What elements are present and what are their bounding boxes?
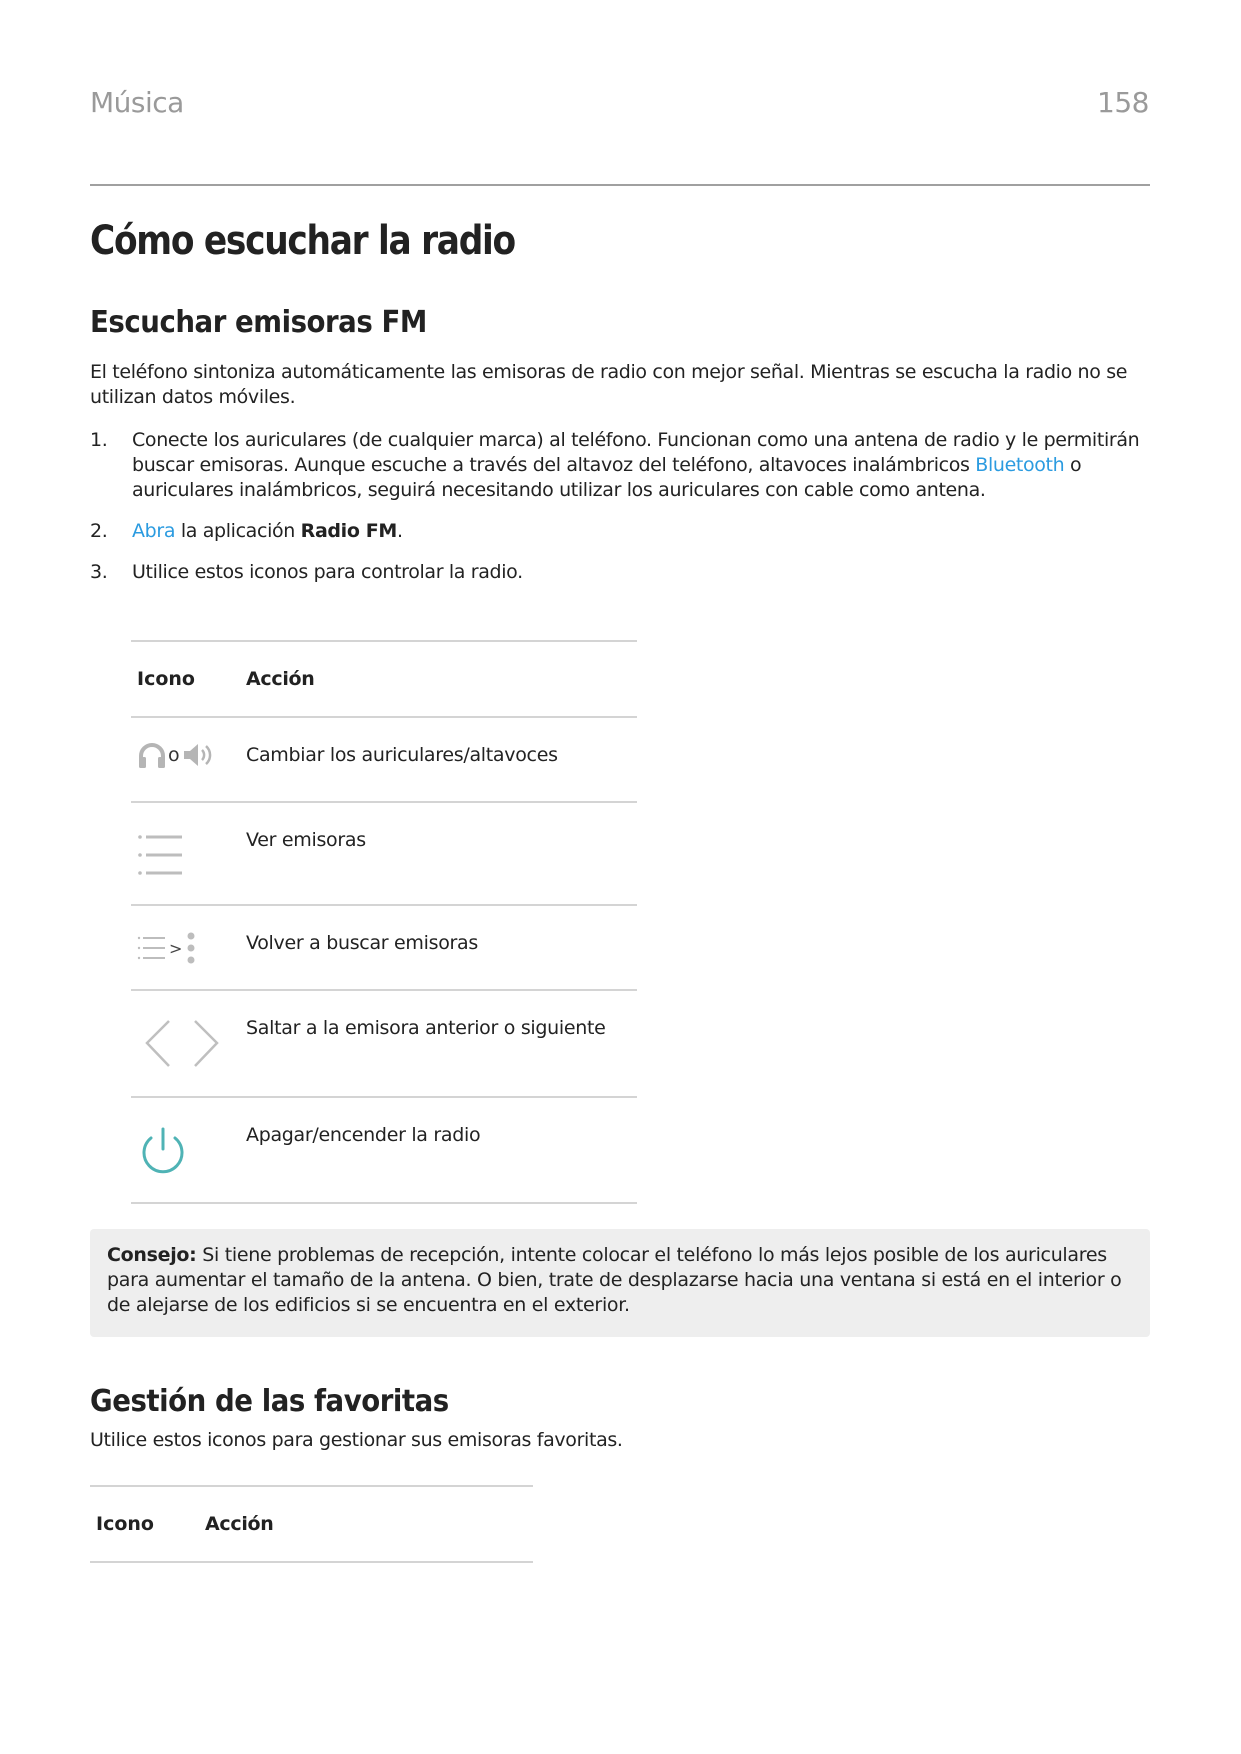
tip-callout: Consejo: Si tiene problemas de recepción… bbox=[90, 1229, 1150, 1337]
power-icon bbox=[142, 1127, 184, 1174]
table-row: Apagar/encender la radio bbox=[131, 1098, 637, 1204]
action-text: Ver emisoras bbox=[246, 829, 366, 851]
action-text: Volver a buscar emisoras bbox=[246, 932, 478, 954]
open-app-link[interactable]: Abra bbox=[132, 520, 175, 542]
step-text: Utilice estos iconos para controlar la r… bbox=[132, 561, 523, 583]
action-text: Apagar/encender la radio bbox=[246, 1124, 481, 1146]
headphones-icon bbox=[139, 743, 165, 768]
header-icon-column: Icono bbox=[137, 668, 195, 690]
list-icon bbox=[138, 835, 182, 875]
icon-joiner-text: o bbox=[168, 744, 180, 766]
bluetooth-link[interactable]: Bluetooth bbox=[975, 454, 1064, 476]
tip-label: Consejo: bbox=[107, 1244, 197, 1266]
steps-list: 1. Conecte los auriculares (de cualquier… bbox=[90, 428, 1155, 601]
chevron-left-icon bbox=[145, 1020, 170, 1067]
step-item-2: 2. Abra la aplicación Radio FM. bbox=[90, 519, 1155, 544]
dots-vertical-icon bbox=[187, 932, 195, 964]
app-name: Radio FM bbox=[300, 520, 398, 542]
step-text: . bbox=[397, 520, 403, 542]
action-text: Saltar a la emisora anterior o siguiente bbox=[246, 1017, 606, 1039]
header-action-column: Acción bbox=[205, 1513, 274, 1535]
step-item-1: 1. Conecte los auriculares (de cualquier… bbox=[90, 428, 1155, 503]
section-heading-fm: Escuchar emisoras FM bbox=[90, 305, 427, 340]
table-row: Saltar a la emisora anterior o siguiente bbox=[131, 991, 637, 1098]
step-number: 1. bbox=[90, 429, 108, 451]
table-row: > Volver a buscar emisoras bbox=[131, 906, 637, 991]
header-divider bbox=[90, 184, 1150, 186]
arrow-glyph: > bbox=[169, 938, 183, 958]
radio-controls-table: Icono Acción o Cambiar los auriculares/a… bbox=[131, 640, 637, 1204]
section-heading-favorites: Gestión de las favoritas bbox=[90, 1384, 449, 1419]
table-header-row: Icono Acción bbox=[90, 1487, 533, 1563]
header-action-column: Acción bbox=[246, 668, 315, 690]
speaker-icon bbox=[183, 744, 211, 766]
step-number: 2. bbox=[90, 520, 108, 542]
page-title: Cómo escuchar la radio bbox=[90, 218, 516, 264]
fm-intro-paragraph: El teléfono sintoniza automáticamente la… bbox=[90, 361, 1128, 408]
table-header-row: Icono Acción bbox=[131, 642, 637, 718]
table-row: Ver emisoras bbox=[131, 803, 637, 906]
tip-text: Si tiene problemas de recepción, intente… bbox=[107, 1244, 1122, 1316]
action-text: Cambiar los auriculares/altavoces bbox=[246, 744, 558, 766]
step-item-3: 3. Utilice estos iconos para controlar l… bbox=[90, 560, 1155, 585]
favorites-intro-paragraph: Utilice estos iconos para gestionar sus … bbox=[90, 1429, 623, 1451]
table-row: o Cambiar los auriculares/altavoces bbox=[131, 718, 637, 803]
step-number: 3. bbox=[90, 561, 108, 583]
small-list-icon bbox=[137, 936, 165, 960]
running-head-section: Música bbox=[90, 86, 184, 119]
header-icon-column: Icono bbox=[96, 1513, 154, 1535]
page-number: 158 bbox=[1097, 86, 1149, 119]
favorites-table: Icono Acción bbox=[90, 1485, 533, 1563]
chevron-right-icon bbox=[194, 1020, 219, 1067]
step-text: la aplicación bbox=[175, 520, 301, 542]
